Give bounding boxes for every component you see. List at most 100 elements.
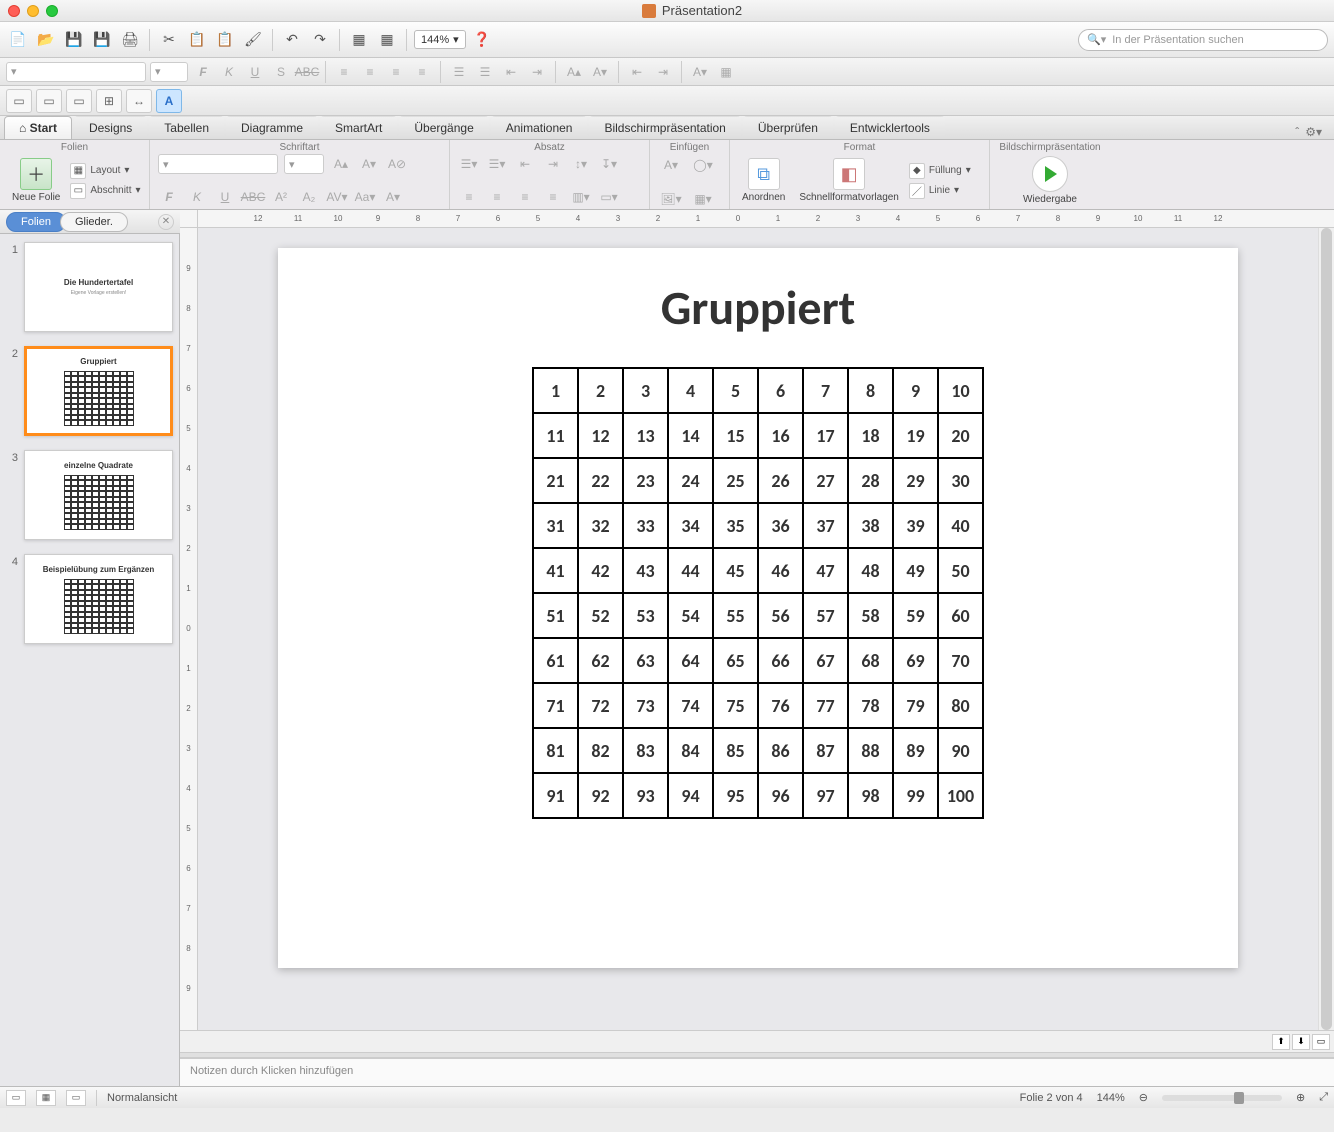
outdent-ribbon[interactable]: ⇤ [514,154,536,174]
grid-cell[interactable]: 4 [668,368,713,413]
clear-format-icon[interactable]: A⊘ [386,154,408,174]
columns-icon[interactable]: ▥▾ [570,187,592,207]
slide-thumbnail[interactable]: Die HundertertafelEigene Vorlage erstell… [24,242,173,332]
grid-cell[interactable]: 39 [893,503,938,548]
qa-3-icon[interactable]: ▭ [66,89,92,113]
indent-ribbon[interactable]: ⇥ [542,154,564,174]
grid-cell[interactable]: 52 [578,593,623,638]
grid-cell[interactable]: 55 [713,593,758,638]
align-center-icon[interactable]: ≡ [359,62,381,82]
italic-ribbon[interactable]: K [186,187,208,207]
slide-thumbnail[interactable]: einzelne Quadrate [24,450,173,540]
grid-cell[interactable]: 73 [623,683,668,728]
grid-cell[interactable]: 44 [668,548,713,593]
indent-left-icon[interactable]: ⇤ [626,62,648,82]
grid-cell[interactable]: 100 [938,773,983,818]
subscript-icon[interactable]: A₂ [298,187,320,207]
qa-2-icon[interactable]: ▭ [36,89,62,113]
font-color-ribbon[interactable]: A▾ [382,187,404,207]
font-family-ribbon[interactable]: ▾ [158,154,278,174]
align-right-ribbon[interactable]: ≡ [514,187,536,207]
zoom-combo[interactable]: 144% ▾ [414,30,466,49]
grid-cell[interactable]: 82 [578,728,623,773]
bold-button[interactable]: F [192,62,214,82]
grid-cell[interactable]: 27 [803,458,848,503]
grid-cell[interactable]: 83 [623,728,668,773]
tab-bildschirm[interactable]: Bildschirmpräsentation [589,116,740,139]
tab-designs[interactable]: Designs [74,116,147,139]
grid-cell[interactable]: 94 [668,773,713,818]
align-center-ribbon[interactable]: ≡ [486,187,508,207]
grid-cell[interactable]: 80 [938,683,983,728]
grid-cell[interactable]: 43 [623,548,668,593]
close-panel-icon[interactable]: ✕ [158,214,174,230]
slideshow-view-icon[interactable]: ▭ [66,1090,86,1106]
shadow-button[interactable]: S [270,62,292,82]
grid-cell[interactable]: 18 [848,413,893,458]
grid-cell[interactable]: 28 [848,458,893,503]
notes-pane[interactable]: Notizen durch Klicken hinzufügen [180,1058,1334,1086]
tab-start[interactable]: Start [4,116,72,139]
fuellung-button[interactable]: ◆Füllung ▾ [909,163,971,179]
collapse-ribbon-icon[interactable]: ˆ [1295,125,1299,139]
qa-4-icon[interactable]: ⊞ [96,89,122,113]
grid-cell[interactable]: 76 [758,683,803,728]
grid-cell[interactable]: 13 [623,413,668,458]
grid-cell[interactable]: 79 [893,683,938,728]
gear-icon[interactable]: ⚙▾ [1305,125,1322,139]
format-icon[interactable]: ▦ [375,28,399,52]
vertical-scrollbar[interactable] [1318,228,1334,1030]
align-left-ribbon[interactable]: ≡ [458,187,480,207]
grid-cell[interactable]: 88 [848,728,893,773]
font-color-icon[interactable]: A▾ [689,62,711,82]
media-icon[interactable]: ▦▾ [690,188,716,210]
grid-cell[interactable]: 84 [668,728,713,773]
textbox-icon[interactable]: A▾ [658,154,684,176]
minimize-window-button[interactable] [27,5,39,17]
align-right-icon[interactable]: ≡ [385,62,407,82]
tab-tabellen[interactable]: Tabellen [149,116,224,139]
grid-cell[interactable]: 5 [713,368,758,413]
slide-thumbnail[interactable]: Gruppiert [24,346,173,436]
grid-cell[interactable]: 41 [533,548,578,593]
cut-icon[interactable]: ✂ [157,28,181,52]
grid-cell[interactable]: 26 [758,458,803,503]
format-painter-icon[interactable]: 🖌 [241,28,265,52]
grid-cell[interactable]: 93 [623,773,668,818]
grid-cell[interactable]: 14 [668,413,713,458]
linie-button[interactable]: ／Linie ▾ [909,183,971,199]
hundred-table[interactable]: 1234567891011121314151617181920212223242… [532,367,984,819]
grid-cell[interactable]: 9 [893,368,938,413]
grid-cell[interactable]: 65 [713,638,758,683]
maximize-window-button[interactable] [46,5,58,17]
grid-cell[interactable]: 47 [803,548,848,593]
outdent-icon[interactable]: ⇤ [500,62,522,82]
slide[interactable]: Gruppiert 123456789101112131415161718192… [278,248,1238,968]
grid-cell[interactable]: 37 [803,503,848,548]
save-2-icon[interactable]: 💾 [90,28,114,52]
grid-cell[interactable]: 40 [938,503,983,548]
picture-icon[interactable]: 🖼▾ [658,188,684,210]
italic-button[interactable]: K [218,62,240,82]
grid-cell[interactable]: 42 [578,548,623,593]
increase-font-icon[interactable]: A▴ [563,62,585,82]
wiedergabe-button[interactable]: Wiedergabe [1019,154,1081,207]
grid-cell[interactable]: 50 [938,548,983,593]
grid-cell[interactable]: 16 [758,413,803,458]
zoom-slider[interactable] [1162,1095,1282,1101]
grid-cell[interactable]: 86 [758,728,803,773]
grid-cell[interactable]: 54 [668,593,713,638]
grid-cell[interactable]: 89 [893,728,938,773]
grid-cell[interactable]: 70 [938,638,983,683]
align-justify-ribbon[interactable]: ≡ [542,187,564,207]
next-slide-button[interactable]: ⬇ [1292,1034,1310,1050]
spacing-icon[interactable]: AV▾ [326,187,348,207]
grid-cell[interactable]: 51 [533,593,578,638]
grid-cell[interactable]: 21 [533,458,578,503]
shrink-font-icon[interactable]: A▾ [358,154,380,174]
tab-entwickler[interactable]: Entwicklertools [835,116,945,139]
print-icon[interactable]: 🖨 [118,28,142,52]
paste-icon[interactable]: 📋 [213,28,237,52]
qa-5-icon[interactable]: ↔ [126,89,152,113]
search-input[interactable]: 🔍▾ In der Präsentation suchen [1078,29,1328,51]
